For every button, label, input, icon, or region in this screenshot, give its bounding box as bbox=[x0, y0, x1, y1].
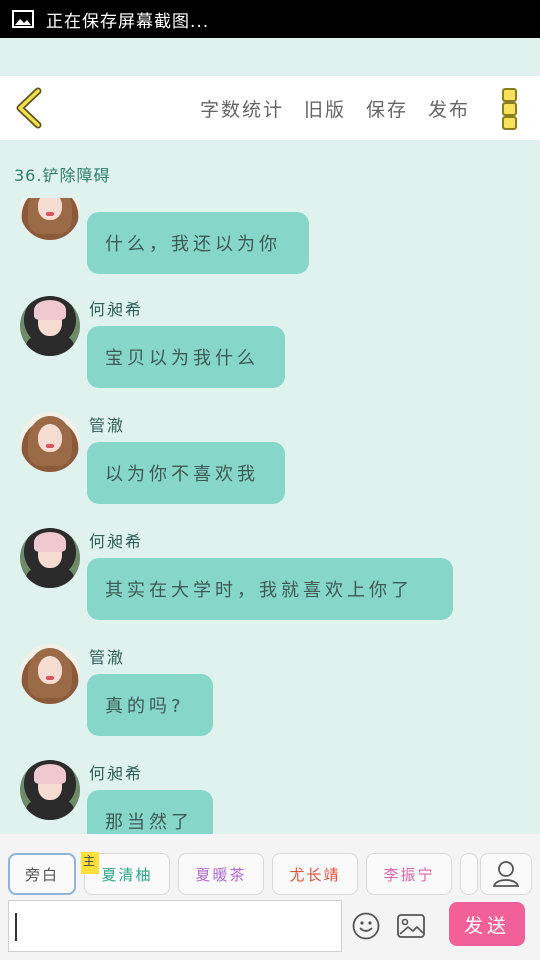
character-selector: 旁白 主 夏清柚 夏暖茶 尤长靖 李振宁 bbox=[8, 852, 478, 895]
status-text: 正在保存屏幕截图... bbox=[46, 11, 210, 32]
character-label: 尤长靖 bbox=[289, 865, 341, 884]
character-label: 夏清柚 bbox=[101, 865, 153, 884]
message-bubble[interactable]: 那当然了 bbox=[87, 790, 213, 834]
status-bar: 正在保存屏幕截图... bbox=[0, 0, 540, 38]
main-badge: 主 bbox=[81, 852, 99, 874]
send-button[interactable]: 发送 bbox=[449, 902, 525, 946]
back-arrow-icon[interactable] bbox=[14, 87, 44, 129]
sender-name: 何昶希 bbox=[89, 300, 144, 319]
avatar[interactable] bbox=[20, 412, 80, 472]
message-bubble[interactable]: 什么，我还以为你 bbox=[87, 212, 309, 274]
message-input[interactable] bbox=[8, 900, 342, 952]
character-chip-narrator[interactable]: 旁白 bbox=[8, 853, 76, 895]
character-chip-partial[interactable] bbox=[460, 853, 478, 895]
character-chip[interactable]: 夏暖茶 bbox=[178, 853, 264, 895]
top-strip bbox=[0, 38, 540, 76]
text-caret bbox=[15, 913, 17, 941]
avatar[interactable] bbox=[20, 644, 80, 704]
image-icon bbox=[12, 10, 34, 28]
more-menu-icon[interactable] bbox=[502, 88, 518, 130]
person-icon bbox=[492, 861, 520, 887]
sender-name: 管澈 bbox=[89, 648, 126, 667]
toolbar: 字数统计 旧版 保存 发布 bbox=[0, 76, 540, 140]
toolbar-actions: 字数统计 旧版 保存 发布 bbox=[200, 76, 470, 140]
message-bubble[interactable]: 宝贝以为我什么 bbox=[87, 326, 285, 388]
character-chip[interactable]: 李振宁 bbox=[366, 853, 452, 895]
character-chip[interactable]: 主 夏清柚 bbox=[81, 852, 170, 895]
old-version-button[interactable]: 旧版 bbox=[304, 95, 346, 122]
sender-name: 管澈 bbox=[89, 416, 126, 435]
sender-name: 何昶希 bbox=[89, 764, 144, 783]
avatar[interactable] bbox=[20, 198, 80, 240]
word-count-button[interactable]: 字数统计 bbox=[200, 95, 284, 122]
chapter-title: 36.铲除障碍 bbox=[14, 166, 111, 185]
avatar[interactable] bbox=[20, 296, 80, 356]
add-character-button[interactable] bbox=[480, 853, 532, 895]
message-bubble[interactable]: 真的吗? bbox=[87, 674, 213, 736]
message-bubble[interactable]: 以为你不喜欢我 bbox=[87, 442, 285, 504]
save-button[interactable]: 保存 bbox=[366, 95, 408, 122]
chat-area[interactable]: 什么，我还以为你 何昶希 宝贝以为我什么 管澈 以为你不喜欢我 何昶希 其实在大… bbox=[0, 198, 540, 834]
avatar[interactable] bbox=[20, 528, 80, 588]
message-bubble[interactable]: 其实在大学时，我就喜欢上你了 bbox=[87, 558, 453, 620]
sender-name: 何昶希 bbox=[89, 532, 144, 551]
publish-button[interactable]: 发布 bbox=[428, 95, 470, 122]
character-label: 夏暖茶 bbox=[195, 865, 247, 884]
character-label: 李振宁 bbox=[383, 865, 435, 884]
image-upload-icon[interactable] bbox=[397, 914, 425, 938]
composer-panel: 旁白 主 夏清柚 夏暖茶 尤长靖 李振宁 发送 bbox=[0, 834, 540, 960]
character-label: 旁白 bbox=[24, 865, 59, 884]
emoji-icon[interactable] bbox=[352, 912, 380, 940]
character-chip[interactable]: 尤长靖 bbox=[272, 853, 358, 895]
avatar[interactable] bbox=[20, 760, 80, 820]
